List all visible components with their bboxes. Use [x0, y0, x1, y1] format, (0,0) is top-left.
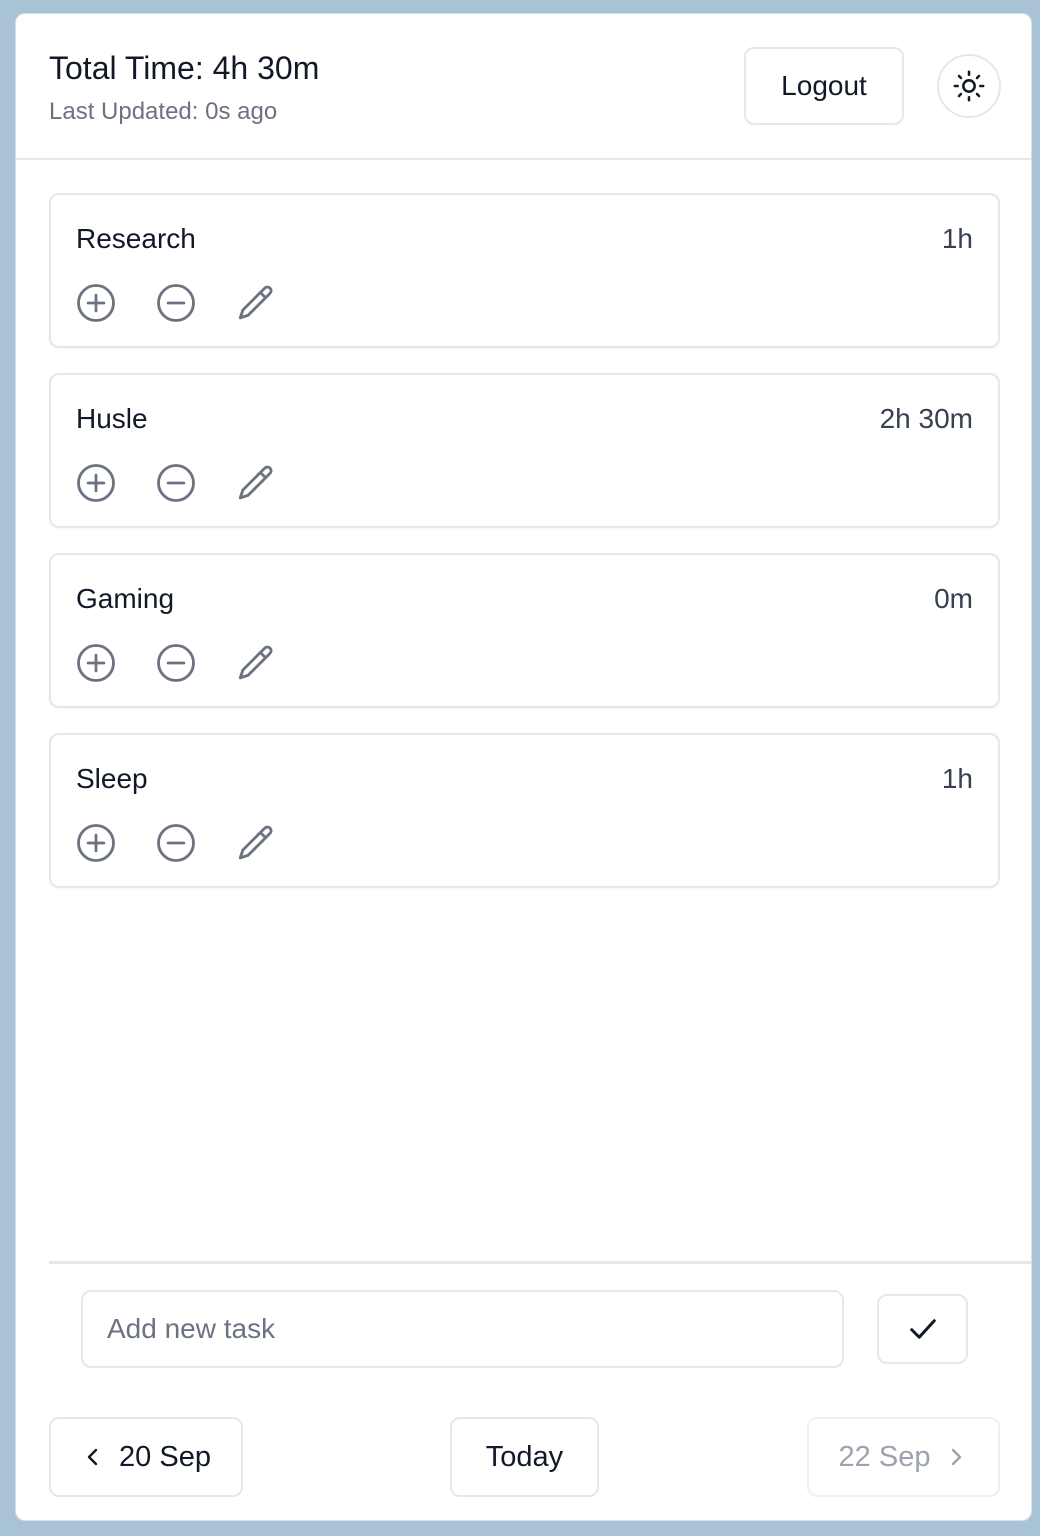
task-name: Gaming	[76, 583, 175, 614]
pencil-icon	[238, 645, 273, 680]
edit-task-button[interactable]	[235, 822, 277, 864]
subtract-time-button[interactable]	[155, 462, 197, 504]
next-day-label: 22 Sep	[838, 1440, 931, 1473]
task-card: Gaming 0m	[49, 553, 1000, 708]
task-card: Sleep 1h	[49, 733, 1000, 888]
chevron-left-icon	[87, 1448, 98, 1466]
pencil-icon	[238, 465, 273, 500]
edit-task-button[interactable]	[235, 282, 277, 324]
check-icon	[909, 1319, 936, 1339]
subtract-time-button[interactable]	[155, 282, 197, 324]
last-updated: Last Updated: 0s ago	[49, 98, 278, 125]
add-task-submit-button[interactable]	[877, 1294, 968, 1364]
pencil-icon	[238, 285, 273, 320]
task-name: Husle	[76, 403, 148, 434]
today-label: Today	[485, 1440, 564, 1473]
task-time: 1h	[941, 223, 973, 254]
minus-circle-icon	[157, 284, 195, 322]
sun-icon	[953, 70, 985, 102]
time-tracker-panel: Total Time: 4h 30m Last Updated: 0s ago …	[15, 13, 1032, 1521]
task-name: Research	[76, 223, 196, 254]
plus-circle-icon	[77, 644, 115, 682]
minus-circle-icon	[157, 464, 195, 502]
task-card: Husle 2h 30m	[49, 373, 1000, 528]
theme-toggle-button[interactable]	[937, 54, 1001, 118]
task-time: 1h	[941, 763, 973, 794]
subtract-time-button[interactable]	[155, 822, 197, 864]
plus-circle-icon	[77, 284, 115, 322]
add-time-button[interactable]	[75, 642, 117, 684]
task-card: Research 1h	[49, 193, 1000, 348]
edit-task-button[interactable]	[235, 642, 277, 684]
chevron-right-icon	[952, 1448, 962, 1466]
add-time-button[interactable]	[75, 462, 117, 504]
today-button[interactable]: Today	[450, 1417, 599, 1497]
add-time-button[interactable]	[75, 822, 117, 864]
subtract-time-button[interactable]	[155, 642, 197, 684]
task-name: Sleep	[76, 763, 148, 794]
task-time: 2h 30m	[879, 403, 973, 434]
task-time: 0m	[934, 583, 973, 614]
new-task-input[interactable]	[81, 1290, 844, 1368]
minus-circle-icon	[157, 824, 195, 862]
next-day-button[interactable]: 22 Sep	[807, 1417, 1000, 1497]
plus-circle-icon	[77, 464, 115, 502]
add-time-button[interactable]	[75, 282, 117, 324]
plus-circle-icon	[77, 824, 115, 862]
footer-divider	[49, 1261, 1031, 1264]
edit-task-button[interactable]	[235, 462, 277, 504]
logout-button[interactable]: Logout	[744, 47, 904, 125]
total-time: Total Time: 4h 30m	[49, 50, 320, 86]
minus-circle-icon	[157, 644, 195, 682]
pencil-icon	[238, 825, 273, 860]
previous-day-label: 20 Sep	[119, 1440, 211, 1473]
previous-day-button[interactable]: 20 Sep	[49, 1417, 243, 1497]
header: Total Time: 4h 30m Last Updated: 0s ago …	[16, 14, 1031, 160]
